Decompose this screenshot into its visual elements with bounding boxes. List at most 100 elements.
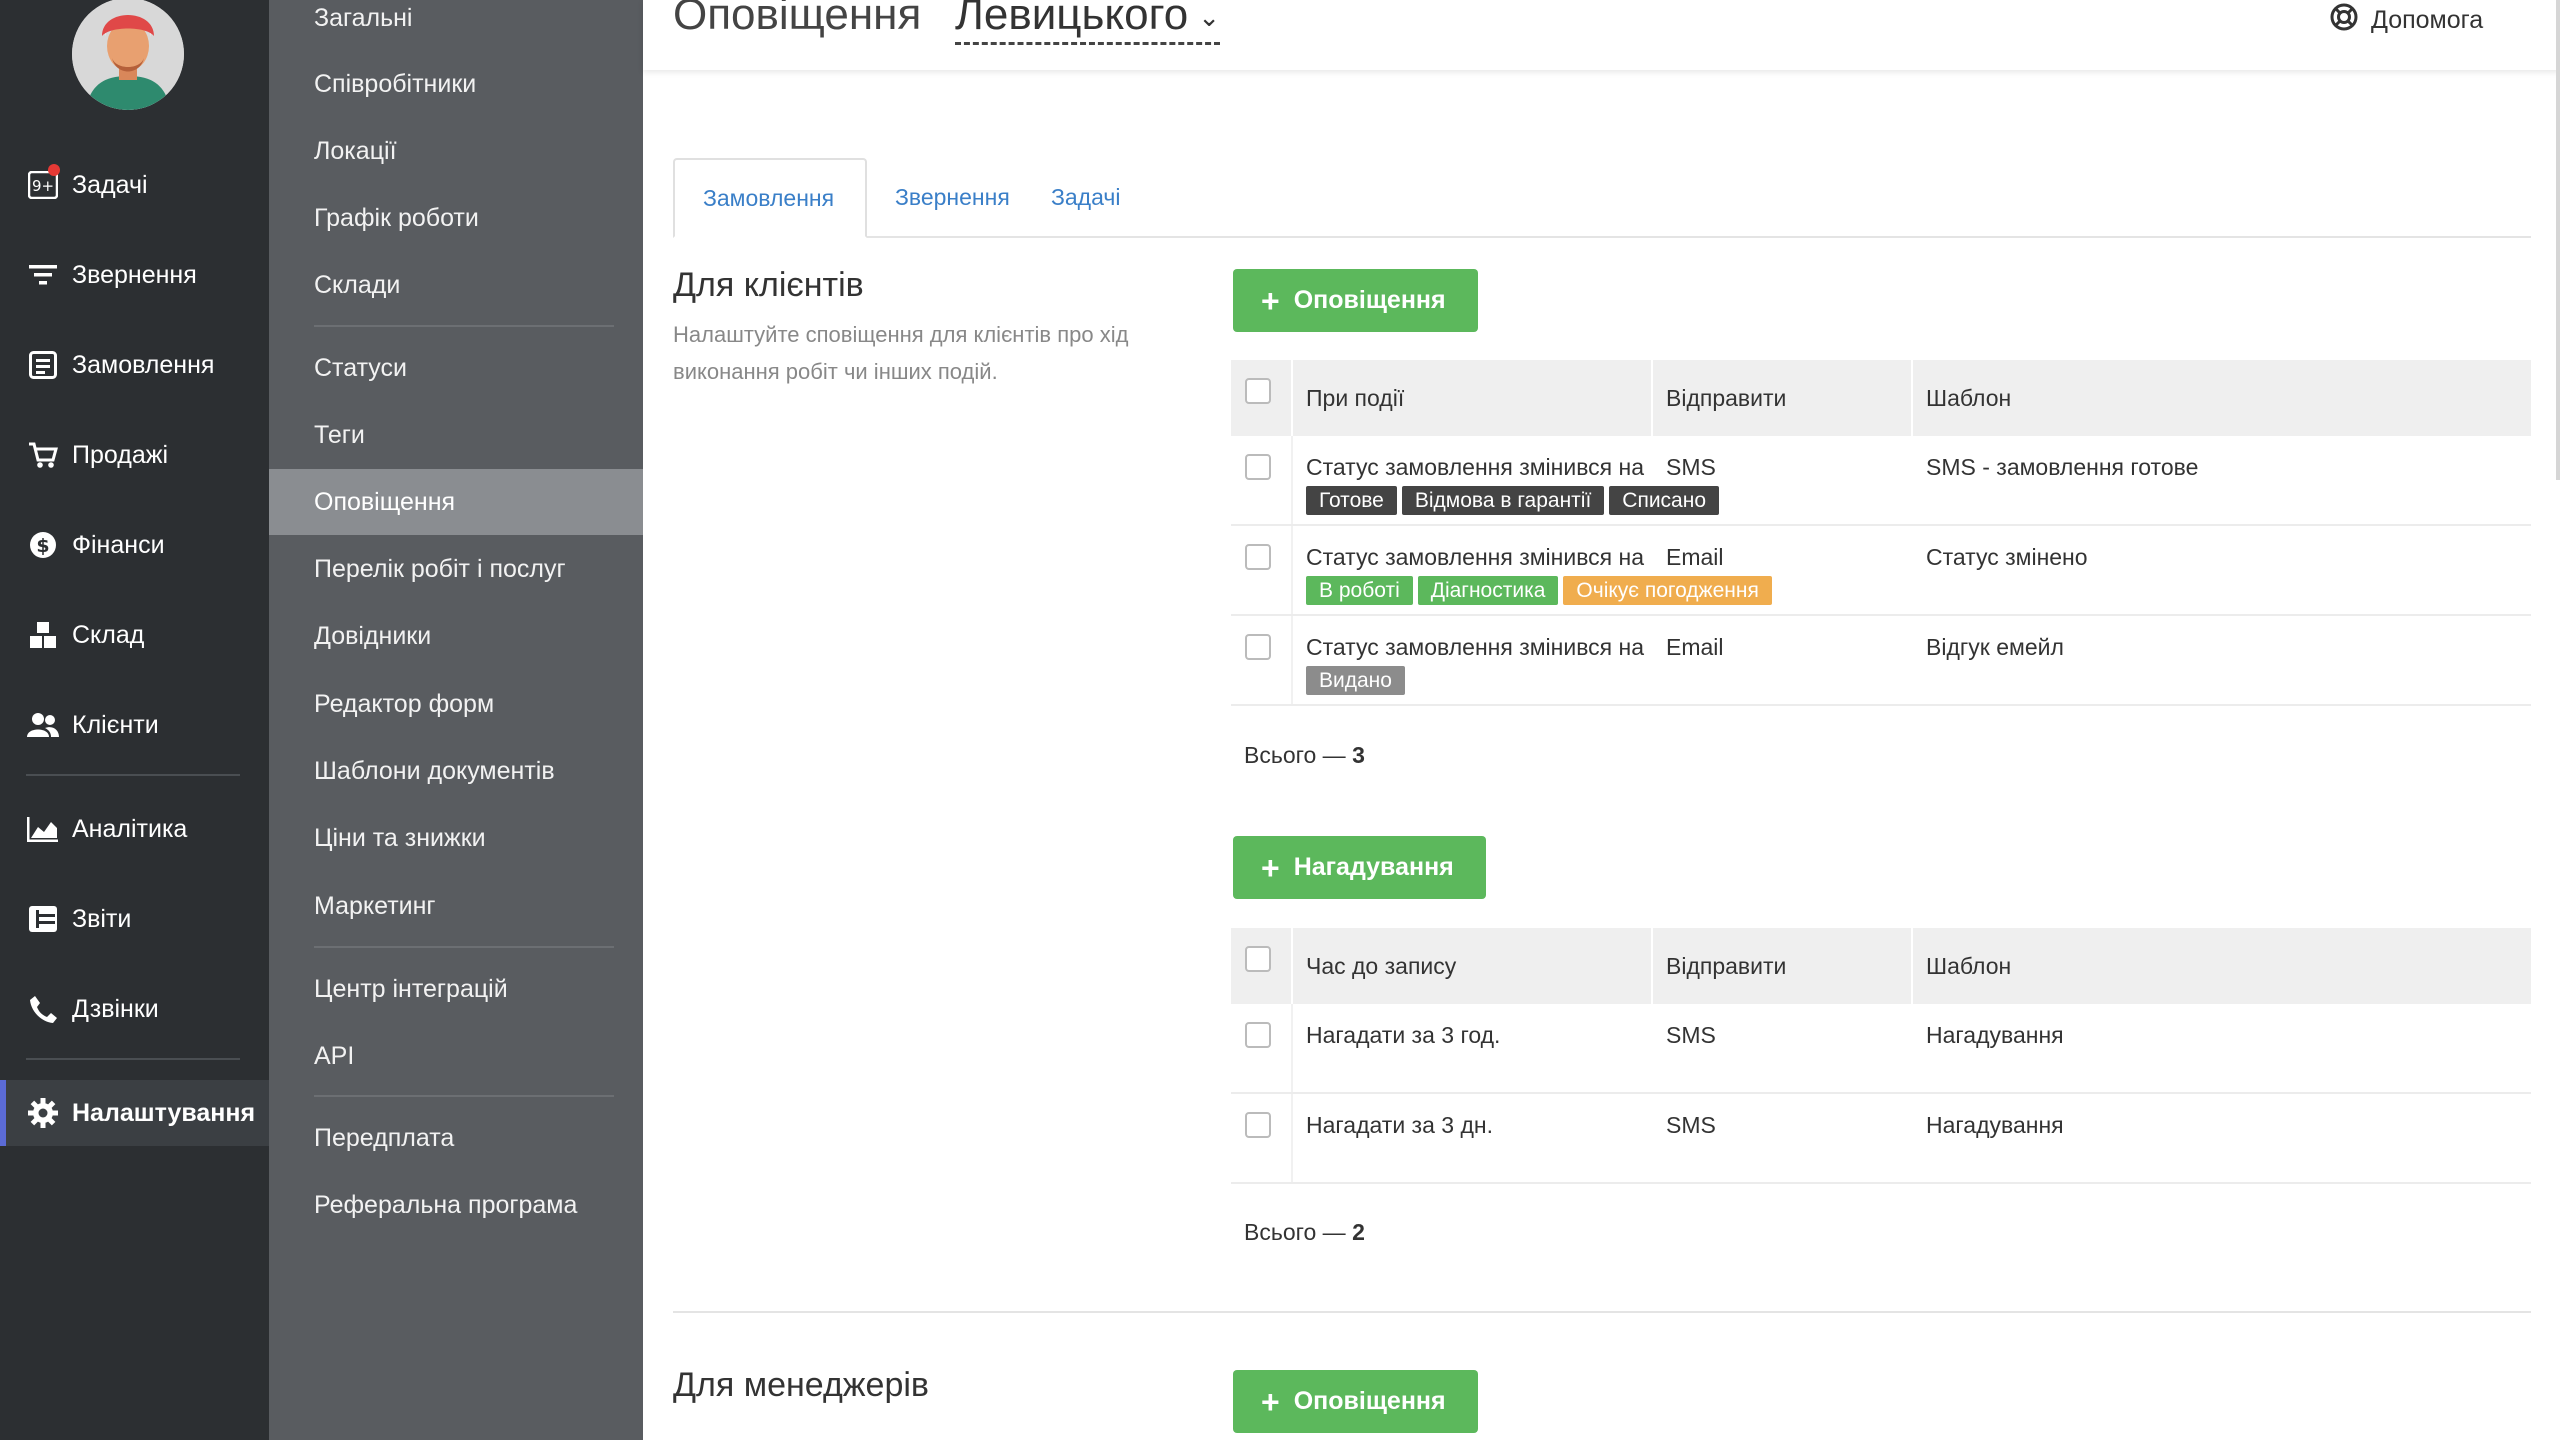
- svg-text:$: $: [36, 535, 49, 557]
- submenu-item-notifications[interactable]: Оповіщення: [269, 469, 643, 535]
- status-tag: Готове: [1306, 486, 1397, 515]
- nav-divider: [26, 774, 240, 776]
- submenu-item-general[interactable]: Загальні: [269, 0, 643, 51]
- submenu-item-integrations[interactable]: Центр інтеграцій: [269, 956, 643, 1022]
- select-all-checkbox[interactable]: [1245, 946, 1271, 972]
- submenu-divider: [314, 946, 614, 948]
- nav-item-label: Продажі: [72, 440, 168, 469]
- company-selector[interactable]: Левицького ⌄: [955, 0, 1220, 45]
- table-row[interactable]: Статус замовлення змінився на Готове Від…: [1231, 436, 2531, 526]
- add-manager-notification-button[interactable]: + Оповіщення: [1233, 1370, 1478, 1433]
- table-row[interactable]: Нагадати за 3 дн. SMS Нагадування: [1231, 1094, 2531, 1184]
- total-count: Всього — 3: [1244, 742, 1365, 768]
- nav-item-label: Звернення: [72, 260, 197, 289]
- nav-item-tasks[interactable]: 9+ Задачі: [0, 152, 269, 218]
- nav-item-label: Задачі: [72, 170, 148, 199]
- nav-divider: [26, 1058, 240, 1060]
- submenu-divider: [314, 1095, 614, 1097]
- column-header-template: Шаблон: [1926, 384, 2012, 411]
- add-notification-button[interactable]: + Оповіщення: [1233, 269, 1478, 332]
- section-description: Налаштуйте сповіщення для клієнтів про х…: [673, 322, 1129, 384]
- nav-item-reports[interactable]: Звіти: [0, 886, 269, 952]
- status-tag: Списано: [1609, 486, 1720, 515]
- submenu-item-warehouses[interactable]: Склади: [269, 252, 643, 318]
- send-channel: SMS: [1666, 1022, 1716, 1048]
- nav-item-warehouse[interactable]: Склад: [0, 602, 269, 668]
- row-checkbox[interactable]: [1245, 634, 1271, 660]
- column-header-send: Відправити: [1666, 952, 1787, 979]
- analytics-icon: [26, 812, 60, 846]
- tab-tasks[interactable]: Задачі: [1023, 158, 1148, 236]
- submenu-item-schedule[interactable]: Графік роботи: [269, 185, 643, 251]
- table-row[interactable]: Статус замовлення змінився на Видано Ema…: [1231, 616, 2531, 706]
- reminders-table: Час до запису Відправити Шаблон Нагадати…: [1231, 928, 2531, 1186]
- table-row[interactable]: Нагадати за 3 год. SMS Нагадування: [1231, 1004, 2531, 1094]
- nav-item-label: Замовлення: [72, 350, 215, 379]
- submenu-item-statuses[interactable]: Статуси: [269, 335, 643, 401]
- nav-item-label: Дзвінки: [72, 994, 159, 1023]
- nav-item-calls[interactable]: Дзвінки: [0, 976, 269, 1042]
- nav-item-orders[interactable]: Замовлення: [0, 332, 269, 398]
- row-checkbox[interactable]: [1245, 544, 1271, 570]
- nav-item-sales[interactable]: Продажі: [0, 422, 269, 488]
- nav-item-requests[interactable]: Звернення: [0, 242, 269, 308]
- scrollbar[interactable]: [2556, 0, 2560, 480]
- lifebuoy-icon: [2329, 2, 2359, 39]
- template-name: SMS - замовлення готове: [1926, 454, 2199, 480]
- template-name: Нагадування: [1926, 1112, 2064, 1138]
- tasks-icon: 9+: [26, 164, 60, 202]
- avatar[interactable]: [72, 0, 184, 110]
- nav-item-label: Аналітика: [72, 814, 188, 843]
- submenu-item-services[interactable]: Перелік робіт і послуг: [269, 536, 643, 602]
- template-name: Відгук емейл: [1926, 634, 2064, 660]
- submenu-item-marketing[interactable]: Маркетинг: [269, 873, 643, 939]
- event-text: Статус замовлення змінився на: [1306, 544, 1645, 570]
- notification-dot: [48, 164, 60, 176]
- add-reminder-button[interactable]: + Нагадування: [1233, 836, 1486, 899]
- submenu-item-doc-templates[interactable]: Шаблони документів: [269, 738, 643, 804]
- table-row[interactable]: Статус замовлення змінився на В роботі Д…: [1231, 526, 2531, 616]
- send-channel: SMS: [1666, 454, 1716, 480]
- clients-icon: [26, 708, 60, 742]
- row-checkbox[interactable]: [1245, 1112, 1271, 1138]
- column-header-time: Час до запису: [1306, 952, 1457, 979]
- column-header-send: Відправити: [1666, 384, 1787, 411]
- submenu-item-employees[interactable]: Співробітники: [269, 51, 643, 117]
- submenu-item-form-editor[interactable]: Редактор форм: [269, 671, 643, 737]
- submenu-divider: [314, 325, 614, 327]
- plus-icon: +: [1261, 1383, 1280, 1420]
- status-tags: В роботі Діагностика Очікує погодження: [1306, 576, 1772, 605]
- table-header: Час до запису Відправити Шаблон: [1231, 928, 2531, 1004]
- help-link[interactable]: Допомога: [2329, 2, 2483, 39]
- orders-icon: [26, 348, 60, 382]
- filter-icon: [26, 258, 60, 292]
- submenu-item-locations[interactable]: Локації: [269, 118, 643, 184]
- tab-orders[interactable]: Замовлення: [673, 158, 867, 238]
- nav-item-label: Звіти: [72, 904, 132, 933]
- tab-requests[interactable]: Звернення: [867, 158, 1038, 236]
- nav-item-finance[interactable]: $ Фінанси: [0, 512, 269, 578]
- submenu-item-directories[interactable]: Довідники: [269, 603, 643, 669]
- total-count: Всього — 2: [1244, 1219, 1365, 1245]
- row-checkbox[interactable]: [1245, 454, 1271, 480]
- nav-item-label: Фінанси: [72, 530, 165, 559]
- submenu-item-prices[interactable]: Ціни та знижки: [269, 805, 643, 871]
- submenu-item-referral[interactable]: Реферальна програма: [269, 1172, 643, 1238]
- event-text: Статус замовлення змінився на: [1306, 634, 1645, 660]
- plus-icon: +: [1261, 282, 1280, 319]
- submenu-item-tags[interactable]: Теги: [269, 402, 643, 468]
- nav-item-analytics[interactable]: Аналітика: [0, 796, 269, 862]
- submenu-item-subscription[interactable]: Передплата: [269, 1105, 643, 1171]
- status-tags: Готове Відмова в гарантії Списано: [1306, 486, 1720, 515]
- template-name: Нагадування: [1926, 1022, 2064, 1048]
- nav-item-clients[interactable]: Клієнти: [0, 692, 269, 758]
- page-title: Оповіщення: [673, 0, 922, 39]
- gear-icon: [26, 1096, 60, 1130]
- nav-item-settings[interactable]: Налаштування: [0, 1080, 269, 1146]
- row-checkbox[interactable]: [1245, 1022, 1271, 1048]
- cart-icon: [26, 438, 60, 472]
- reminder-time: Нагадати за 3 год.: [1306, 1022, 1501, 1048]
- help-label: Допомога: [2371, 6, 2484, 34]
- submenu-item-api[interactable]: API: [269, 1023, 643, 1089]
- select-all-checkbox[interactable]: [1245, 378, 1271, 404]
